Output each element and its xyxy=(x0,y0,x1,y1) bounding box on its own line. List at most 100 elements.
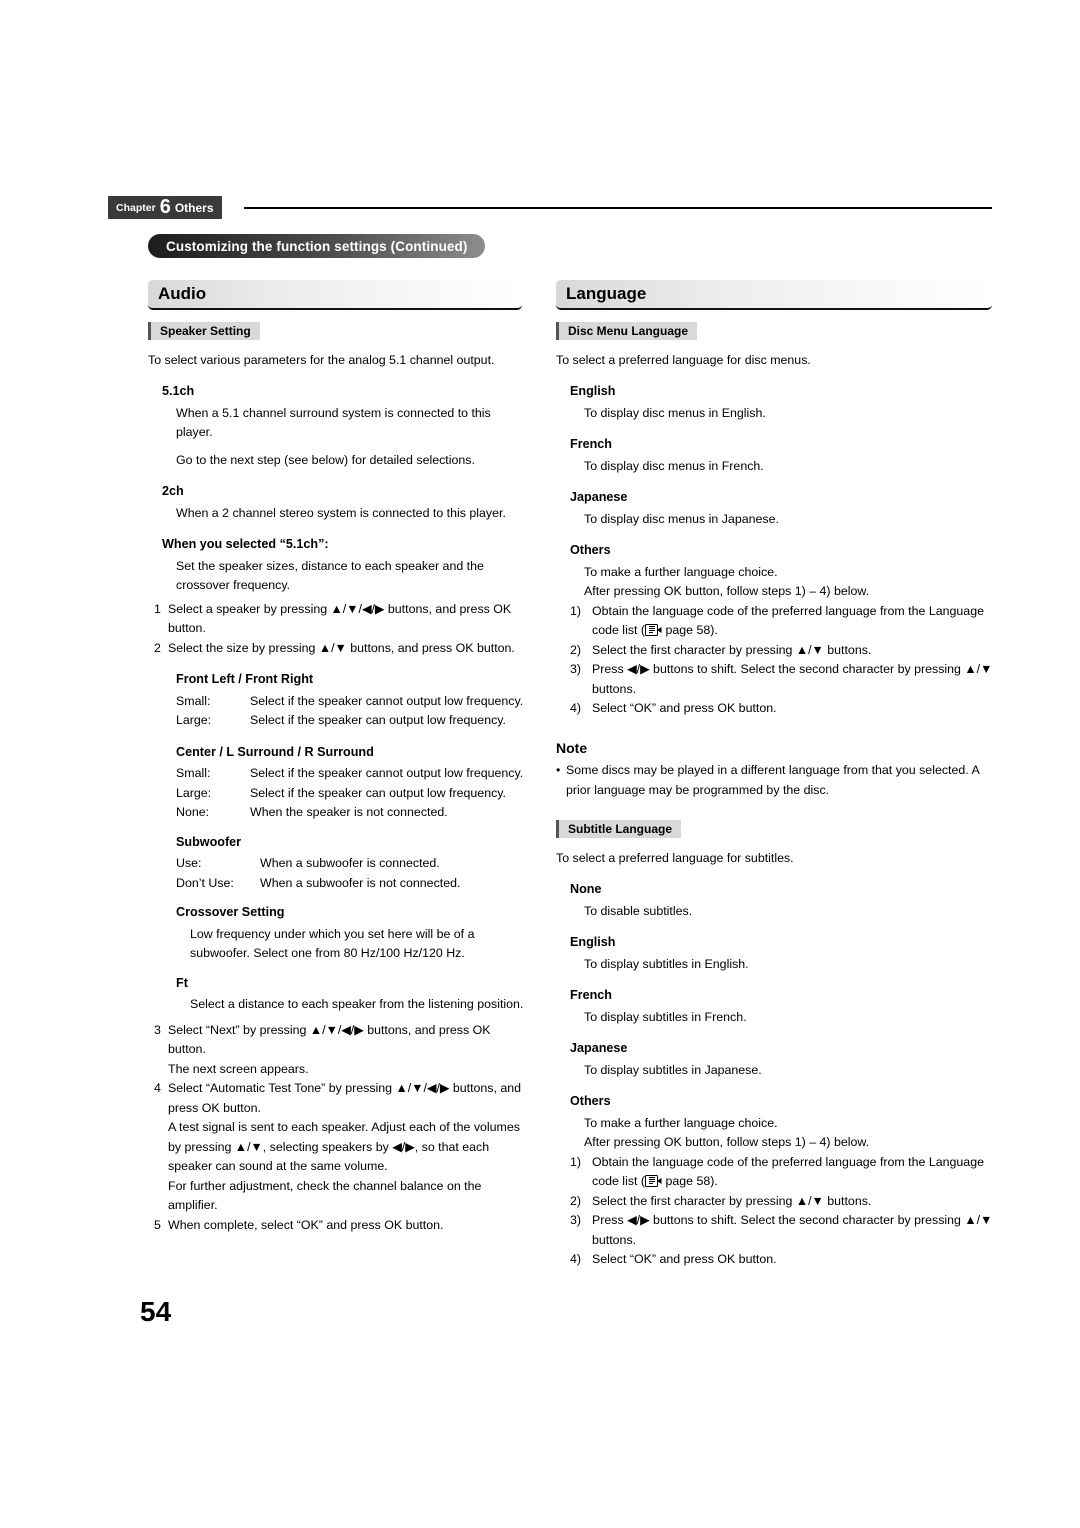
step-3: 3 Select “Next” by pressing ▲/▼/◀/▶ butt… xyxy=(154,1021,528,1060)
text-disc-after: After pressing OK button, follow steps 1… xyxy=(584,584,870,598)
heading-disc-english: English xyxy=(570,384,616,398)
subwoofer-row-dont-use-label: Don’t Use: xyxy=(176,875,234,890)
left-column: Speaker Setting To select various parame… xyxy=(148,322,528,1235)
disc-step-4: 4) Select “OK” and press OK button. xyxy=(570,699,996,719)
heading-disc-others: Others xyxy=(570,543,611,557)
heading-sub-french: French xyxy=(570,988,612,1002)
heading-center-surround-speakers: Center / L Surround / R Surround xyxy=(176,744,374,759)
subwoofer-row-dont-use: Don’t Use: When a subwoofer is not conne… xyxy=(176,874,528,894)
step-3-number: 3 xyxy=(154,1022,161,1037)
front-row-small-label: Small: xyxy=(176,693,211,708)
heading-disc-japanese: Japanese xyxy=(570,490,628,504)
section-title-audio: Audio xyxy=(148,280,522,310)
disc-step-3: 3) Press ◀/▶ buttons to shift. Select th… xyxy=(570,660,996,699)
step-4-text: Select “Automatic Test Tone” by pressing… xyxy=(168,1081,522,1115)
step-1: 1 Select a speaker by pressing ▲/▼/◀/▶ b… xyxy=(154,600,528,639)
continued-banner: Customizing the function settings (Conti… xyxy=(148,234,486,258)
right-column: Disc Menu Language To select a preferred… xyxy=(556,322,996,1270)
text-disc-french: To display disc menus in French. xyxy=(584,458,764,473)
text-sub-english: To display subtitles in English. xyxy=(584,956,749,971)
center-row-none: None: When the speaker is not connected. xyxy=(176,803,528,823)
text-sub-french: To display subtitles in French. xyxy=(584,1009,747,1024)
text-2ch: When a 2 channel stereo system is connec… xyxy=(176,505,506,520)
heading-sub-others: Others xyxy=(570,1094,611,1108)
heading-sub-japanese: Japanese xyxy=(570,1041,628,1055)
disc-step-3-number: 3) xyxy=(570,662,582,676)
document-page: Chapter 6 Others Customizing the functio… xyxy=(0,0,1080,1528)
book-page-icon xyxy=(645,1174,662,1187)
front-row-large-label: Large: xyxy=(176,713,212,727)
text-sub-others: To make a further language choice. xyxy=(584,1115,778,1130)
text-crossover: Low frequency under which you set here w… xyxy=(190,926,475,961)
chapter-tab: Chapter 6 Others xyxy=(108,196,222,219)
section-title-audio-label: Audio xyxy=(158,284,207,303)
front-row-small: Small: Select if the speaker cannot outp… xyxy=(176,692,528,712)
chip-disc-menu-language: Disc Menu Language xyxy=(556,322,698,340)
center-row-small-label: Small: xyxy=(176,766,211,780)
chapter-word: Chapter xyxy=(116,201,156,214)
text-disc-others: To make a further language choice. xyxy=(584,564,778,579)
chapter-name: Others xyxy=(174,200,214,215)
step-4: 4 Select “Automatic Test Tone” by pressi… xyxy=(154,1079,528,1118)
sub-step-2-text: Select the first character by pressing ▲… xyxy=(592,1193,872,1208)
disc-step-1-text: Obtain the language code of the preferre… xyxy=(592,602,996,641)
chapter-number: 6 xyxy=(159,195,171,218)
sub-step-4: 4) Select “OK” and press OK button. xyxy=(570,1250,996,1270)
center-row-large-label: Large: xyxy=(176,785,212,800)
heading-sub-english: English xyxy=(570,935,616,949)
disc-menu-intro: To select a preferred language for disc … xyxy=(556,352,811,367)
sub-step-4-text: Select “OK” and press OK button. xyxy=(592,1252,777,1266)
step-4-number: 4 xyxy=(154,1081,161,1095)
heading-ft: Ft xyxy=(176,975,188,990)
sub-step-2-number: 2) xyxy=(570,1193,582,1208)
step-1-number: 1 xyxy=(154,601,161,616)
note-bullet: • xyxy=(556,763,561,777)
center-row-large-desc: Select if the speaker can output low fre… xyxy=(250,785,506,800)
step-4-note-2: For further adjustment, check the channe… xyxy=(168,1178,482,1213)
text-51ch-1: When a 5.1 channel surround system is co… xyxy=(176,405,491,440)
heading-disc-french: French xyxy=(570,437,612,451)
sub-step-2: 2) Select the first character by pressin… xyxy=(570,1192,996,1212)
heading-2ch: 2ch xyxy=(162,484,184,498)
disc-step-3-text: Press ◀/▶ buttons to shift. Select the s… xyxy=(592,662,993,696)
disc-step-4-number: 4) xyxy=(570,701,582,715)
text-sub-after: After pressing OK button, follow steps 1… xyxy=(584,1135,870,1149)
disc-step-4-text: Select “OK” and press OK button. xyxy=(592,701,777,715)
speaker-setting-intro: To select various parameters for the ana… xyxy=(148,352,495,367)
note-item: • Some discs may be played in a differen… xyxy=(556,761,996,800)
step-5: 5 When complete, select “OK” and press O… xyxy=(154,1216,528,1236)
center-row-none-label: None: xyxy=(176,805,210,819)
disc-step-1-number: 1) xyxy=(570,603,582,618)
subwoofer-row-dont-use-desc: When a subwoofer is not connected. xyxy=(260,875,461,890)
text-sub-japanese: To display subtitles in Japanese. xyxy=(584,1062,762,1077)
note-title: Note xyxy=(556,739,588,756)
heading-51ch: 5.1ch xyxy=(162,384,195,398)
sub-step-3-text: Press ◀/▶ buttons to shift. Select the s… xyxy=(592,1213,993,1247)
heading-sub-none: None xyxy=(570,882,602,896)
front-row-small-desc: Select if the speaker cannot output low … xyxy=(250,693,524,708)
center-row-small: Small: Select if the speaker cannot outp… xyxy=(176,764,528,784)
section-title-language-label: Language xyxy=(566,284,647,303)
sub-step-1-text: Obtain the language code of the preferre… xyxy=(592,1153,996,1192)
step-2-number: 2 xyxy=(154,640,161,655)
step-5-number: 5 xyxy=(154,1217,161,1232)
text-51ch-2: Go to the next step (see below) for deta… xyxy=(176,452,475,467)
chip-speaker-setting: Speaker Setting xyxy=(148,322,260,340)
subtitle-intro: To select a preferred language for subti… xyxy=(556,850,794,865)
center-row-large: Large: Select if the speaker can output … xyxy=(176,784,528,804)
heading-crossover-setting: Crossover Setting xyxy=(176,905,285,919)
text-disc-english: To display disc menus in English. xyxy=(584,405,766,420)
disc-step-1: 1) Obtain the language code of the prefe… xyxy=(570,602,996,641)
disc-step-1-post: page 58). xyxy=(662,623,718,637)
subwoofer-row-use: Use: When a subwoofer is connected. xyxy=(176,854,528,874)
subwoofer-row-use-label: Use: xyxy=(176,856,202,870)
disc-step-2-text: Select the first character by pressing ▲… xyxy=(592,642,872,657)
note-text: Some discs may be played in a different … xyxy=(566,763,980,797)
sub-step-4-number: 4) xyxy=(570,1252,582,1266)
step-3-note: The next screen appears. xyxy=(168,1061,309,1076)
disc-step-2: 2) Select the first character by pressin… xyxy=(570,641,996,661)
sub-step-3-number: 3) xyxy=(570,1213,582,1227)
text-ft: Select a distance to each speaker from t… xyxy=(190,997,524,1011)
center-row-small-desc: Select if the speaker cannot output low … xyxy=(250,766,524,780)
step-2: 2 Select the size by pressing ▲/▼ button… xyxy=(154,639,528,659)
